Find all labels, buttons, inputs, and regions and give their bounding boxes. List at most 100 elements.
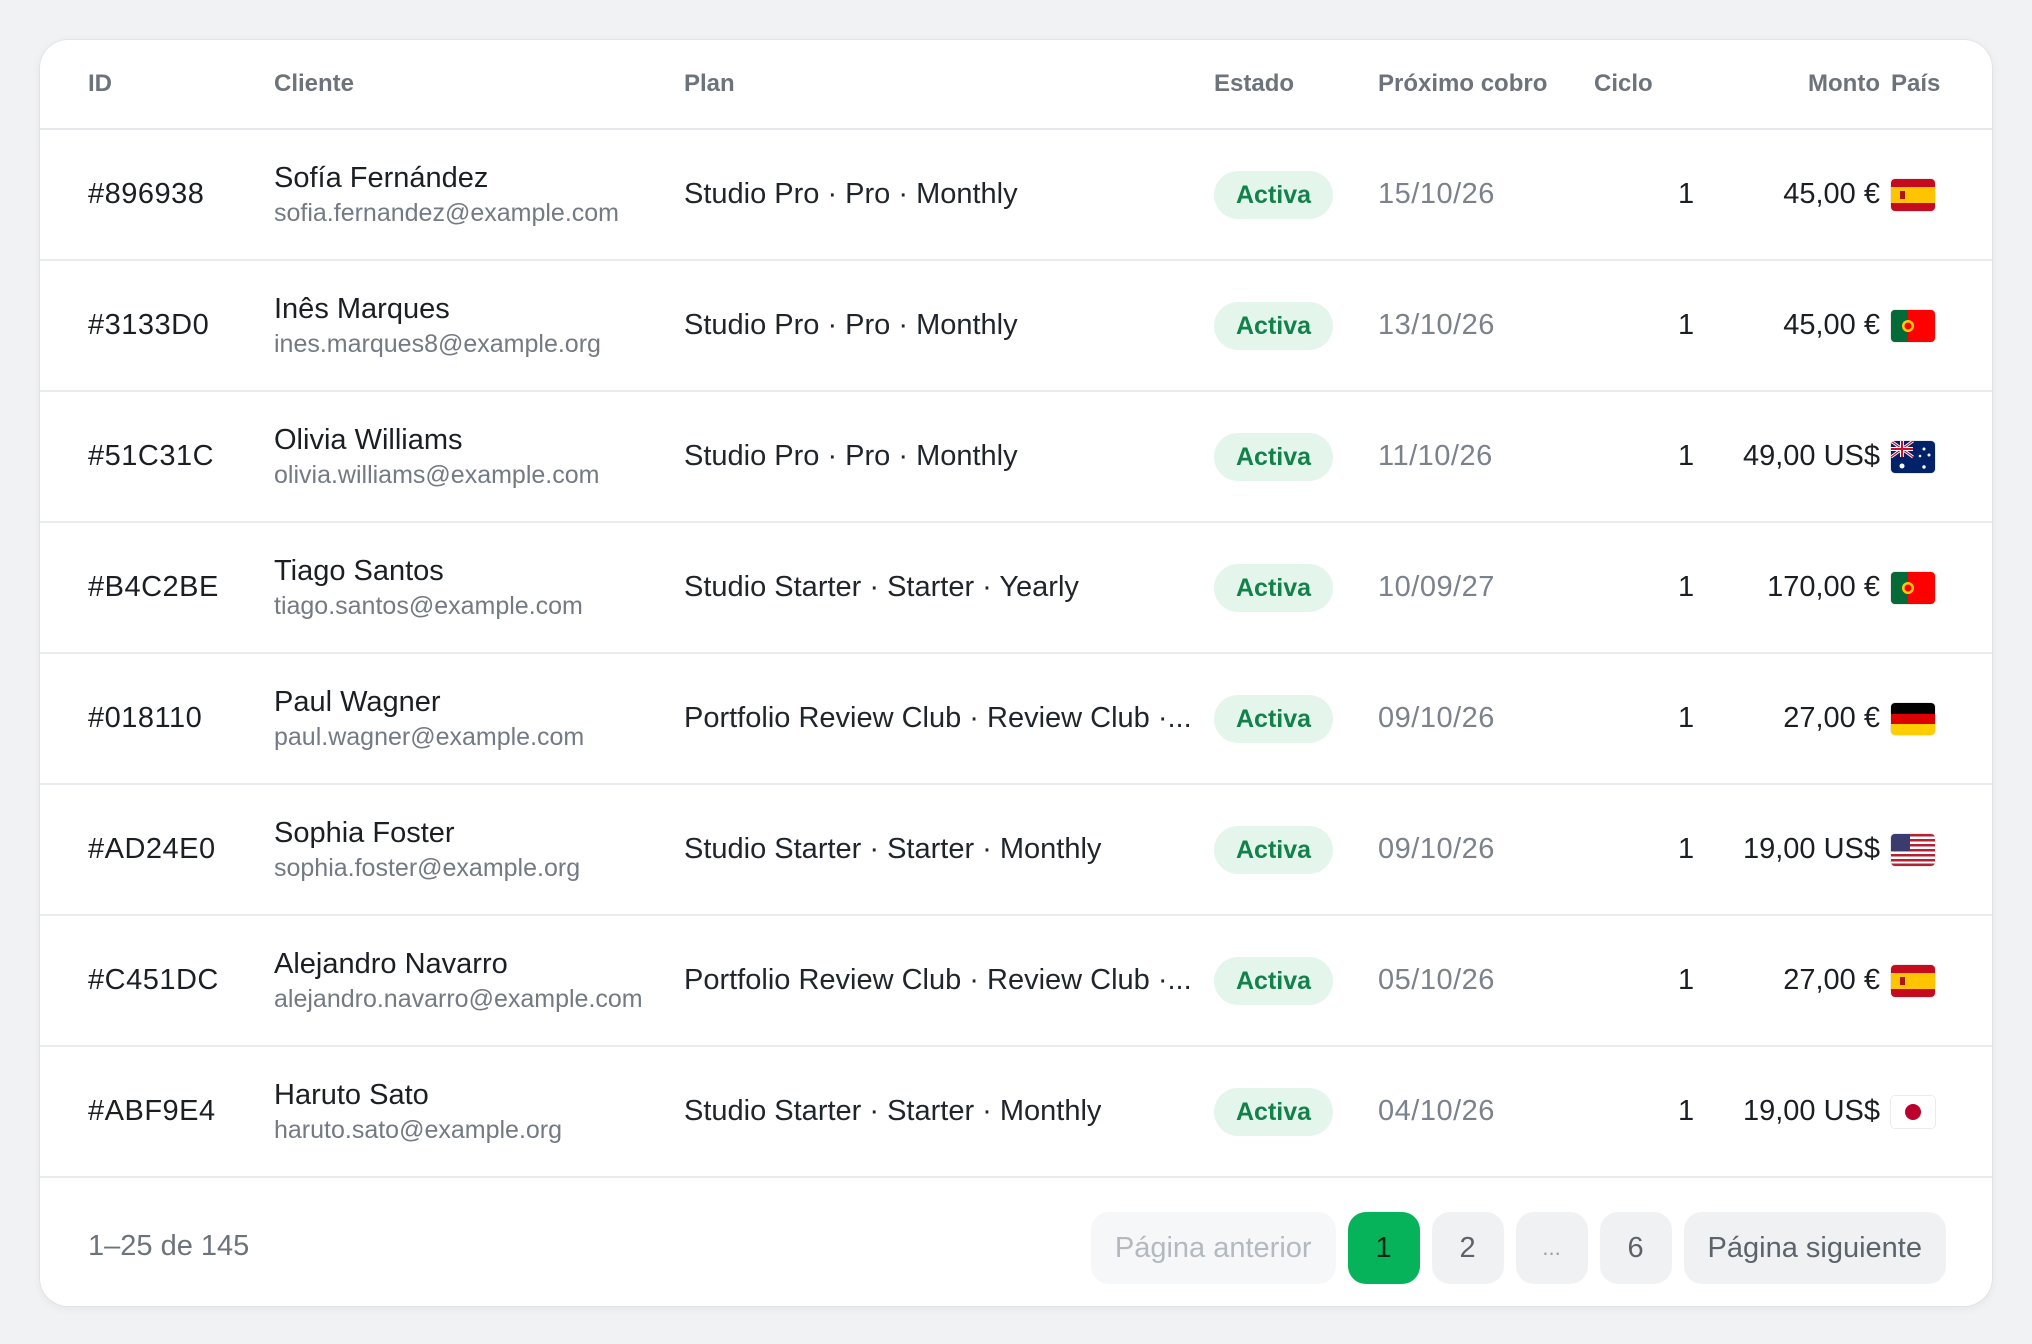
client-name: Olivia Williams	[274, 423, 463, 456]
next-charge-date: 11/10/26	[1378, 440, 1493, 472]
client-info: Tiago Santos tiago.santos@example.com	[274, 553, 583, 623]
next-page-button[interactable]: Página siguiente	[1683, 1212, 1946, 1284]
row-country-cell	[1891, 130, 1935, 259]
next-charge-date: 04/10/26	[1378, 1095, 1495, 1127]
subscription-id: #AD24E0	[88, 833, 216, 865]
status-badge: Activa	[1214, 170, 1334, 219]
header-cycle[interactable]: Ciclo	[1594, 40, 1694, 128]
header-plan[interactable]: Plan	[684, 40, 1200, 128]
subscription-id: #C451DC	[88, 964, 219, 996]
header-id[interactable]: ID	[88, 40, 112, 128]
table-header: ID Cliente Plan Estado Próximo cobro Cic…	[40, 40, 1992, 130]
table-row[interactable]: #3133D0 Inês Marques ines.marques8@example…	[40, 261, 1992, 392]
client-name: Inês Marques	[274, 292, 450, 325]
status-badge: Activa	[1214, 432, 1334, 481]
client-info: Alejandro Navarro alejandro.navarro@examp…	[274, 946, 643, 1016]
row-client-cell: Inês Marques ines.marques8@example.org	[274, 261, 601, 390]
row-date-cell: 11/10/26	[1378, 392, 1493, 521]
client-info: Inês Marques ines.marques8@example.org	[274, 291, 601, 361]
client-email: tiago.santos@example.com	[274, 591, 583, 620]
row-plan-cell: Portfolio Review Club · Review Club ·...	[684, 916, 1200, 1045]
row-date-cell: 04/10/26	[1378, 1047, 1495, 1176]
row-client-cell: Olivia Williams olivia.williams@example.c…	[274, 392, 599, 521]
row-date-cell: 15/10/26	[1378, 130, 1495, 259]
plan-name: Portfolio Review Club · Review Club ·...	[684, 702, 1192, 734]
row-date-cell: 09/10/26	[1378, 654, 1495, 783]
subscription-id: #ABF9E4	[88, 1095, 216, 1127]
row-client-cell: Tiago Santos tiago.santos@example.com	[274, 523, 583, 652]
row-cycle-cell: 1	[1594, 785, 1694, 914]
row-cycle-cell: 1	[1594, 261, 1694, 390]
subscription-id: #3133D0	[88, 309, 210, 341]
client-email: haruto.sato@example.org	[274, 1115, 563, 1144]
status-badge: Activa	[1214, 563, 1334, 612]
client-email: sofia.fernandez@example.com	[274, 198, 619, 227]
header-next-charge[interactable]: Próximo cobro	[1378, 40, 1547, 128]
row-country-cell	[1891, 785, 1935, 914]
row-amount-cell: 170,00 €	[1680, 523, 1880, 652]
row-cycle-cell: 1	[1594, 916, 1694, 1045]
row-country-cell	[1891, 654, 1935, 783]
amount-value: 45,00 €	[1783, 178, 1880, 210]
row-plan-cell: Studio Starter · Starter · Monthly	[684, 785, 1200, 914]
client-email: olivia.williams@example.com	[274, 460, 600, 489]
client-info: Olivia Williams olivia.williams@example.c…	[274, 422, 599, 492]
page-button-1[interactable]: 1	[1347, 1212, 1420, 1284]
subscription-id: #896938	[88, 178, 205, 210]
table-row[interactable]: #C451DC Alejandro Navarro alejandro.navarr…	[40, 916, 1992, 1047]
next-charge-date: 09/10/26	[1378, 833, 1495, 865]
australia-flag-icon	[1891, 440, 1935, 473]
table-row[interactable]: #018110 Paul Wagner paul.wagner@example.co…	[40, 654, 1992, 785]
row-cycle-cell: 1	[1594, 523, 1694, 652]
row-date-cell: 05/10/26	[1378, 916, 1495, 1045]
page-button-2[interactable]: 2	[1431, 1212, 1504, 1284]
previous-page-button[interactable]: Página anterior	[1090, 1212, 1336, 1284]
germany-flag-icon	[1891, 702, 1935, 735]
portugal-flag-icon	[1891, 571, 1935, 604]
row-amount-cell: 19,00 US$	[1680, 785, 1880, 914]
pagination-range: 1–25 de 145	[88, 1229, 250, 1262]
row-id-cell: #3133D0	[88, 261, 209, 390]
status-badge: Activa	[1214, 956, 1334, 1005]
row-plan-cell: Studio Pro · Pro · Monthly	[684, 130, 1200, 259]
header-client[interactable]: Cliente	[274, 40, 354, 128]
row-date-cell: 13/10/26	[1378, 261, 1495, 390]
plan-name: Studio Starter · Starter · Monthly	[684, 1095, 1102, 1127]
row-id-cell: #896938	[88, 130, 204, 259]
table-row[interactable]: #AD24E0 Sophia Foster sophia.foster@exampl…	[40, 785, 1992, 916]
row-country-cell	[1891, 1047, 1935, 1176]
japan-flag-icon	[1891, 1095, 1935, 1128]
amount-value: 45,00 €	[1783, 309, 1880, 341]
row-client-cell: Sofía Fernández sofia.fernandez@example.c…	[274, 130, 619, 259]
plan-name: Studio Pro · Pro · Monthly	[684, 309, 1018, 341]
client-name: Paul Wagner	[274, 685, 441, 718]
row-client-cell: Haruto Sato haruto.sato@example.org	[274, 1047, 562, 1176]
row-plan-cell: Studio Starter · Starter · Monthly	[684, 1047, 1200, 1176]
row-id-cell: #AD24E0	[88, 785, 216, 914]
header-cycle-label: Ciclo	[1594, 70, 1653, 97]
page-button-6[interactable]: 6	[1599, 1212, 1672, 1284]
row-id-cell: #ABF9E4	[88, 1047, 216, 1176]
amount-value: 19,00 US$	[1742, 833, 1880, 865]
row-country-cell	[1891, 523, 1935, 652]
plan-name: Studio Pro · Pro · Monthly	[684, 440, 1018, 472]
header-amount[interactable]: Monto	[1680, 40, 1880, 128]
table-row[interactable]: #B4C2BE Tiago Santos tiago.santos@example.…	[40, 523, 1992, 654]
header-status[interactable]: Estado	[1214, 40, 1294, 128]
row-status-cell: Activa	[1214, 1047, 1334, 1176]
row-cycle-cell: 1	[1594, 130, 1694, 259]
row-status-cell: Activa	[1214, 654, 1334, 783]
client-email: ines.marques8@example.org	[274, 329, 601, 358]
table-row[interactable]: #ABF9E4 Haruto Sato haruto.sato@example.or…	[40, 1047, 1992, 1178]
next-charge-date: 10/09/27	[1378, 571, 1495, 603]
status-badge: Activa	[1214, 301, 1334, 350]
client-email: sophia.foster@example.org	[274, 853, 581, 882]
spain-flag-icon	[1891, 178, 1935, 211]
table-row[interactable]: #51C31C Olivia Williams olivia.williams@ex…	[40, 392, 1992, 523]
row-id-cell: #018110	[88, 654, 202, 783]
table-row[interactable]: #896938 Sofía Fernández sofia.fernandez@ex…	[40, 130, 1992, 261]
header-country[interactable]: País	[1891, 40, 1940, 128]
row-status-cell: Activa	[1214, 261, 1334, 390]
next-charge-date: 13/10/26	[1378, 309, 1495, 341]
client-info: Paul Wagner paul.wagner@example.com	[274, 684, 584, 754]
